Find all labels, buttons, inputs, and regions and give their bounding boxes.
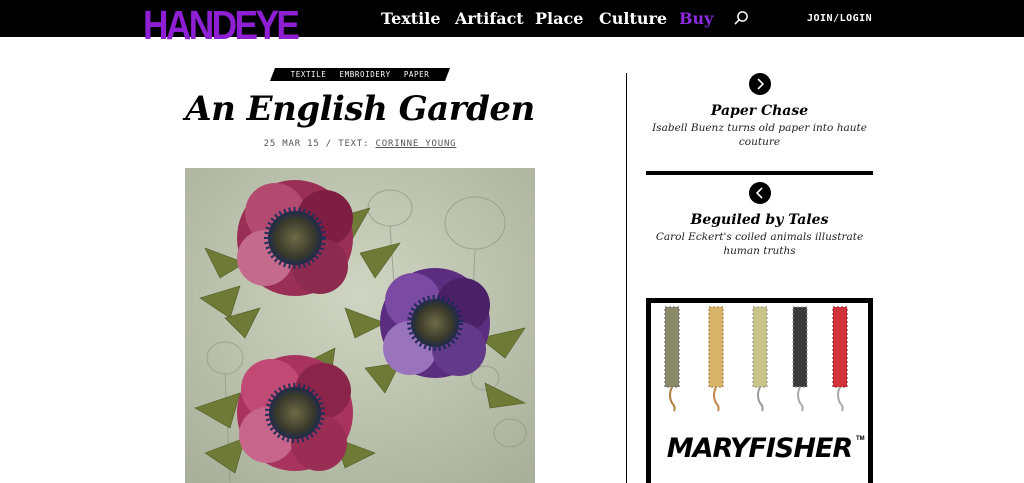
chevron-right-icon[interactable]: [749, 73, 771, 95]
ad-trademark: TM: [856, 436, 865, 442]
article-date: 25 MAR 15: [263, 139, 320, 149]
search-icon[interactable]: [733, 10, 749, 26]
column-divider: [626, 73, 627, 483]
article-title: An English Garden: [185, 89, 535, 129]
nav-buy[interactable]: Buy: [679, 0, 713, 37]
join-login-link[interactable]: JOIN/LOGIN: [807, 0, 872, 37]
site-logo[interactable]: HANDEYE: [143, 3, 300, 47]
byline-text-prefix: / TEXT:: [325, 139, 370, 149]
ad-logo: MARYFISHER: [666, 433, 853, 464]
sidebar-ad[interactable]: MARYFISHER TM: [646, 298, 873, 483]
article-byline: 25 MAR 15 / TEXT: CORINNE YOUNG: [185, 138, 535, 150]
nav-place[interactable]: Place: [535, 0, 583, 37]
tag-textile[interactable]: TEXTILE: [291, 70, 327, 79]
tag-paper[interactable]: PAPER: [404, 70, 430, 79]
chevron-left-icon[interactable]: [749, 182, 771, 204]
ad-bracelets-image: [664, 306, 848, 412]
hero-image: [185, 168, 535, 483]
nav-artifact[interactable]: Artifact: [455, 0, 524, 37]
tag-embroidery[interactable]: EMBROIDERY: [340, 70, 391, 79]
prev-article-title[interactable]: Beguiled by Tales: [646, 211, 873, 229]
tag-banner: TEXTILE EMBROIDERY PAPER: [270, 68, 450, 81]
nav-textile[interactable]: Textile: [381, 0, 441, 37]
author-link[interactable]: CORINNE YOUNG: [376, 139, 457, 149]
prev-article-description: Carol Eckert's coiled animals illustrate…: [655, 231, 864, 257]
sidebar-divider: [646, 171, 873, 175]
nav-culture[interactable]: Culture: [599, 0, 667, 37]
next-article-description: Isabell Buenz turns old paper into haute…: [652, 122, 867, 148]
next-article-title[interactable]: Paper Chase: [646, 102, 873, 120]
